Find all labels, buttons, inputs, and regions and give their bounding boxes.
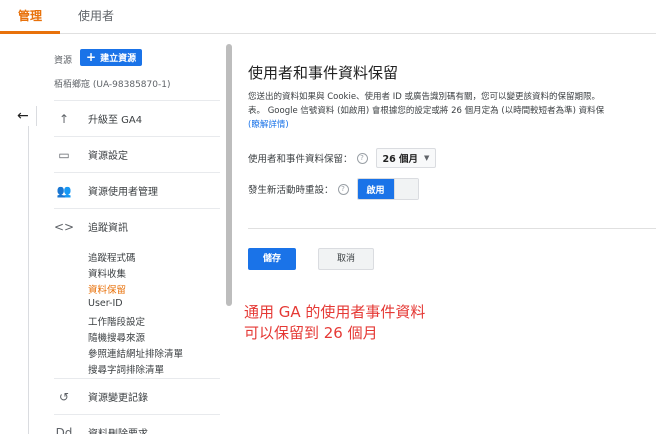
nav-item-user-management[interactable]: 👥 資源使用者管理	[54, 172, 220, 208]
reset-label: 發生新活動時重設：	[248, 185, 334, 196]
reset-setting-row: 發生新活動時重設： ? 啟用	[248, 178, 419, 200]
create-property-button[interactable]: + 建立資源	[80, 49, 143, 66]
section-divider	[248, 228, 656, 229]
nav-item-data-deletion[interactable]: Dd 資料刪除要求	[54, 414, 220, 434]
property-selector[interactable]: 栢栢鄉寇 (UA-98385870-1)	[54, 77, 170, 90]
sub-item-data-retention[interactable]: 資料保留	[88, 282, 126, 296]
page-title: 使用者和事件資料保留	[248, 64, 399, 82]
code-brackets-icon: <>	[54, 219, 75, 234]
history-icon: ↺	[58, 389, 70, 404]
cancel-button[interactable]: 取消	[318, 248, 374, 270]
annotation-line-2: 可以保留到 26 個月	[244, 324, 378, 342]
nav-item-upgrade-ga4[interactable]: ↑ 升級至 GA4	[54, 100, 220, 136]
retention-label: 使用者和事件資料保留：	[248, 154, 353, 165]
reset-toggle[interactable]: 啟用	[356, 178, 419, 200]
nav-item-tracking-info[interactable]: <> 追蹤資訊	[54, 208, 220, 244]
create-property-label: 建立資源	[100, 54, 137, 64]
nav-item-label: 資料刪除要求	[88, 425, 148, 434]
left-nav: 資源 + 建立資源 栢栢鄉寇 (UA-98385870-1) ← ↑ 升級至 GA…	[0, 34, 236, 434]
nav-item-label: 資源使用者管理	[88, 187, 158, 198]
learn-more-link[interactable]: (瞭解詳情)	[248, 118, 656, 132]
sub-item-data-collection[interactable]: 資料收集	[88, 266, 126, 280]
page-description: 您送出的資料如果與 Cookie、使用者 ID 或廣告識別碼有關，您可以變更該資…	[248, 90, 656, 132]
nav-item-label: 升級至 GA4	[88, 115, 143, 126]
nav-item-label: 資源變更記錄	[88, 393, 148, 404]
nav-item-property-settings[interactable]: ▭ 資源設定	[54, 136, 220, 172]
help-icon[interactable]: ?	[356, 152, 368, 164]
users-icon: 👥	[56, 183, 72, 198]
main-panel: 使用者和事件資料保留 您送出的資料如果與 Cookie、使用者 ID 或廣告識別…	[236, 34, 656, 434]
annotation-line-1: 通用 GA 的使用者事件資料	[244, 303, 426, 321]
sub-item-organic-sources[interactable]: 隨機搜尋來源	[88, 330, 145, 344]
sub-item-tracking-code[interactable]: 追蹤程式碼	[88, 250, 136, 264]
nav-divider	[28, 126, 29, 434]
nav-item-change-history[interactable]: ↺ 資源變更記錄	[54, 378, 220, 414]
retention-period-dropdown[interactable]: 26 個月 ▼	[375, 148, 437, 168]
tab-admin-label: 管理	[18, 9, 43, 23]
annotation-text: 通用 GA 的使用者事件資料 可以保留到 26 個月	[244, 302, 425, 344]
data-deletion-icon: Dd	[55, 425, 73, 434]
tab-users[interactable]: 使用者	[78, 0, 114, 34]
sub-item-user-id[interactable]: User-ID	[88, 298, 123, 309]
sub-item-session-settings[interactable]: 工作階段設定	[88, 314, 145, 328]
top-bar: 管理 使用者	[0, 0, 656, 34]
plus-icon: +	[86, 50, 97, 64]
settings-window-icon: ▭	[58, 147, 70, 162]
sub-item-referral-exclusion[interactable]: 參照連結網址排除清單	[88, 346, 183, 360]
nav-scrollbar[interactable]	[226, 44, 232, 306]
description-line-1: 您送出的資料如果與 Cookie、使用者 ID 或廣告識別碼有關，您可以變更該資…	[248, 92, 601, 102]
help-icon[interactable]: ?	[337, 183, 349, 195]
back-arrow-icon[interactable]: ←	[11, 106, 37, 126]
retention-setting-row: 使用者和事件資料保留： ? 26 個月 ▼	[248, 148, 437, 168]
nav-item-label: 追蹤資訊	[88, 223, 128, 234]
chevron-down-icon: ▼	[424, 154, 430, 162]
toggle-off-area	[393, 179, 418, 199]
toggle-on-label: 啟用	[357, 179, 394, 199]
upload-arrow-icon: ↑	[58, 111, 70, 126]
nav-item-label: 資源設定	[88, 151, 128, 162]
tab-admin[interactable]: 管理	[0, 0, 60, 34]
save-button[interactable]: 儲存	[248, 248, 296, 270]
retention-period-value: 26 個月	[382, 154, 419, 165]
sub-item-search-term-exclusion[interactable]: 搜尋字詞排除清單	[88, 362, 164, 376]
property-column-label: 資源	[54, 56, 73, 66]
description-line-2: 表。 Google 信號資料 (如啟用) 會根據您的設定或將 26 個月定為 (…	[248, 106, 605, 116]
